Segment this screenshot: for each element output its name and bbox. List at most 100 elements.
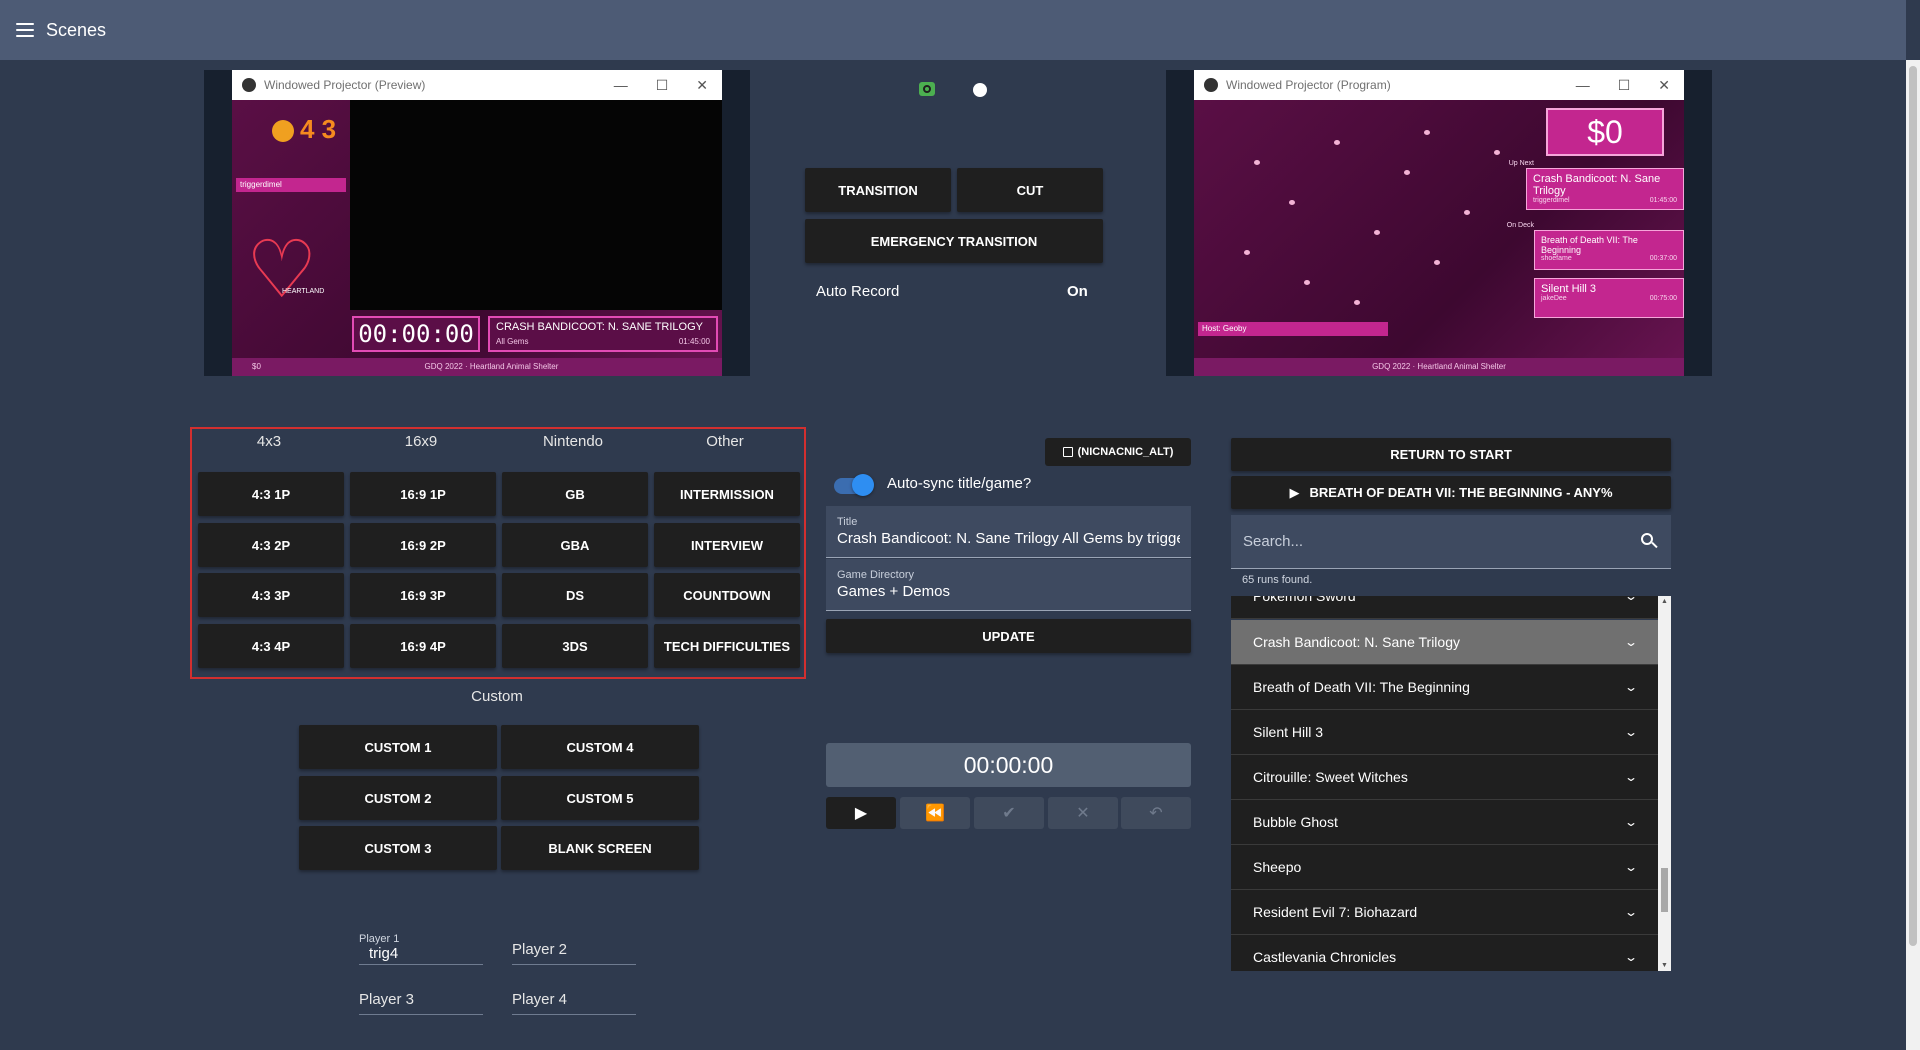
autosync-label: Auto-sync title/game? — [887, 475, 1032, 492]
game-directory-field[interactable]: Game Directory Games + Demos — [826, 559, 1191, 611]
scene-button[interactable]: 4:3 2P — [198, 523, 344, 567]
obs-logo-icon — [1204, 78, 1218, 92]
column-header-16x9: 16x9 — [404, 433, 438, 450]
program-projector: Windowed Projector (Program) — ☐ ✕ $0 Up N… — [1166, 70, 1712, 376]
scene-button[interactable]: 4:3 1P — [198, 472, 344, 516]
chevron-down-icon[interactable]: ⌄ — [1624, 770, 1638, 784]
list-item[interactable]: Sheepo ⌄ — [1231, 845, 1658, 890]
chevron-down-icon[interactable]: ⌄ — [1624, 905, 1638, 919]
chevron-down-icon[interactable]: ⌄ — [1624, 815, 1638, 829]
undo-icon: ↶ — [1149, 805, 1163, 822]
player-1-value[interactable]: trig4 — [359, 945, 483, 962]
custom-scene-button[interactable]: CUSTOM 5 — [501, 776, 699, 820]
list-item[interactable]: Citrouille: Sweet Witches ⌄ — [1231, 755, 1658, 800]
scene-button[interactable]: GB — [502, 472, 648, 516]
rewind-icon: ⏪ — [925, 805, 945, 822]
page-title: Scenes — [46, 19, 107, 40]
close-icon[interactable]: ✕ — [1658, 77, 1670, 94]
list-item[interactable]: Pokemon Sword ⌄ — [1231, 596, 1658, 619]
rewind-button[interactable]: ⏪ — [900, 797, 970, 829]
scene-button[interactable]: 16:9 1P — [350, 472, 496, 516]
external-link-icon — [1062, 447, 1073, 457]
app-bar: Scenes — [0, 0, 1906, 60]
scene-button[interactable]: COUNTDOWN — [654, 573, 800, 617]
overlay-game-info: CRASH BANDICOOT: N. SANE TRILOGY All Gem… — [488, 316, 718, 352]
player-2-field[interactable]: Player 2 — [512, 941, 636, 965]
update-button[interactable]: UPDATE — [826, 619, 1191, 653]
chevron-down-icon[interactable]: ⌄ — [1624, 860, 1638, 874]
chevron-down-icon[interactable]: ⌄ — [1624, 680, 1638, 694]
custom-scene-button[interactable]: CUSTOM 2 — [299, 776, 497, 820]
cut-button[interactable]: CUT — [957, 168, 1103, 212]
play-icon: ▶ — [854, 805, 868, 822]
scene-button[interactable]: 16:9 2P — [350, 523, 496, 567]
list-item[interactable]: Resident Evil 7: Biohazard ⌄ — [1231, 890, 1658, 935]
twitch-account-button[interactable]: (NICNACNIC_ALT) — [1045, 438, 1191, 466]
auto-record-label: Auto Record — [816, 283, 900, 300]
close-icon[interactable]: ✕ — [696, 77, 708, 94]
player-1-field[interactable]: Player 1 trig4 — [359, 933, 483, 965]
list-item[interactable]: Silent Hill 3 ⌄ — [1231, 710, 1658, 755]
maximize-icon[interactable]: ☐ — [656, 77, 669, 94]
run-list: Pokemon Sword ⌄ Crash Bandicoot: N. Sane … — [1231, 596, 1671, 971]
minimize-icon[interactable]: — — [614, 77, 628, 94]
title-field[interactable]: Title Crash Bandicoot: N. Sane Trilogy A… — [826, 506, 1191, 558]
chevron-down-icon[interactable]: ⌄ — [1624, 950, 1638, 964]
charity-label: HEARTLAND — [282, 288, 325, 295]
scene-button[interactable]: DS — [502, 573, 648, 617]
scene-button[interactable]: 4:3 3P — [198, 573, 344, 617]
scene-button[interactable]: 4:3 4P — [198, 624, 344, 668]
list-item[interactable]: Bubble Ghost ⌄ — [1231, 800, 1658, 845]
list-item[interactable]: Breath of Death VII: The Beginning ⌄ — [1231, 665, 1658, 710]
finish-button[interactable]: ✔ — [974, 797, 1044, 829]
list-item[interactable]: Crash Bandicoot: N. Sane Trilogy ⌄ — [1231, 620, 1658, 665]
minimize-icon[interactable]: — — [1576, 77, 1590, 94]
game-directory-value[interactable]: Games + Demos — [837, 583, 1180, 600]
page-scrollbar[interactable] — [1906, 60, 1920, 1050]
player-3-field[interactable]: Player 3 — [359, 991, 483, 1015]
overlay-footer: GDQ 2022 · Heartland Animal Shelter — [1194, 358, 1684, 376]
scene-button[interactable]: 16:9 4P — [350, 624, 496, 668]
stream-status-icon — [919, 82, 935, 96]
hamburger-menu-icon[interactable] — [16, 23, 34, 37]
run-search-input[interactable]: Search... — [1231, 515, 1671, 569]
chevron-down-icon[interactable]: ⌄ — [1624, 596, 1638, 603]
maximize-icon[interactable]: ☐ — [1618, 77, 1631, 94]
scene-button[interactable]: INTERMISSION — [654, 472, 800, 516]
game-directory-label: Game Directory — [837, 569, 915, 581]
chevron-down-icon[interactable]: ⌄ — [1624, 725, 1638, 739]
next-run-button[interactable]: ▶ BREATH OF DEATH VII: THE BEGINNING - A… — [1231, 476, 1671, 509]
scene-button[interactable]: TECH DIFFICULTIES — [654, 624, 800, 668]
custom-section-label: Custom — [471, 688, 523, 705]
wumpa-fruit-icon — [272, 120, 294, 143]
chevron-down-icon[interactable]: ⌄ — [1624, 635, 1638, 649]
overlay-footer: $0 GDQ 2022 · Heartland Animal Shelter — [232, 358, 722, 376]
custom-scene-button[interactable]: CUSTOM 4 — [501, 725, 699, 769]
blank-screen-button[interactable]: BLANK SCREEN — [501, 826, 699, 870]
forfeit-button[interactable]: ✕ — [1048, 797, 1118, 829]
scene-button[interactable]: 16:9 3P — [350, 573, 496, 617]
play-button[interactable]: ▶ — [826, 797, 896, 829]
return-to-start-button[interactable]: RETURN TO START — [1231, 438, 1671, 471]
preview-window-title: Windowed Projector (Preview) — [264, 78, 426, 92]
heart-logo-icon: ♡ — [246, 225, 318, 314]
custom-scene-button[interactable]: CUSTOM 3 — [299, 826, 497, 870]
obs-logo-icon — [242, 78, 256, 92]
list-item[interactable]: Castlevania Chronicles ⌄ — [1231, 935, 1658, 971]
on-deck-card: Breath of Death VII: The Beginning shoef… — [1534, 230, 1684, 270]
title-field-value[interactable]: Crash Bandicoot: N. Sane Trilogy All Gem… — [837, 530, 1180, 547]
player-4-field[interactable]: Player 4 — [512, 991, 636, 1015]
scene-button[interactable]: INTERVIEW — [654, 523, 800, 567]
auto-record-value[interactable]: On — [1067, 283, 1088, 300]
custom-scene-button[interactable]: CUSTOM 1 — [299, 725, 497, 769]
program-scene: $0 Up Next Crash Bandicoot: N. Sane Tril… — [1194, 100, 1684, 376]
search-icon[interactable] — [1641, 532, 1659, 551]
emergency-transition-button[interactable]: EMERGENCY TRANSITION — [805, 219, 1103, 263]
scene-button[interactable]: 3DS — [502, 624, 648, 668]
transition-button[interactable]: TRANSITION — [805, 168, 951, 212]
scene-button[interactable]: GBA — [502, 523, 648, 567]
undo-button[interactable]: ↶ — [1121, 797, 1191, 829]
runner-nameplate: triggerdimel — [236, 178, 346, 192]
run-list-scrollbar[interactable]: ▲ ▼ — [1658, 596, 1671, 971]
autosync-toggle[interactable] — [832, 474, 874, 496]
